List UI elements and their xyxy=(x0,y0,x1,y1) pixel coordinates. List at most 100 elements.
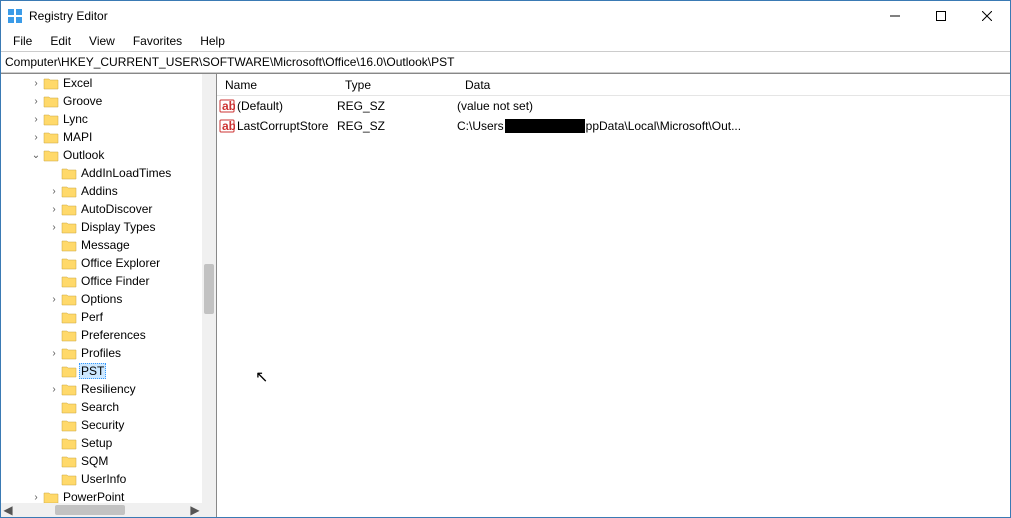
chevron-right-icon[interactable]: › xyxy=(47,186,61,197)
menu-favorites[interactable]: Favorites xyxy=(125,32,190,50)
tree-item[interactable]: › Lync xyxy=(1,110,202,128)
tree-item-label: UserInfo xyxy=(79,472,128,486)
chevron-right-icon[interactable]: › xyxy=(47,294,61,305)
value-type: REG_SZ xyxy=(337,119,457,133)
tree-item[interactable]: AddInLoadTimes xyxy=(1,164,202,182)
folder-icon xyxy=(43,112,59,126)
chevron-right-icon[interactable]: › xyxy=(29,114,43,125)
value-type: REG_SZ xyxy=(337,99,457,113)
menu-edit[interactable]: Edit xyxy=(42,32,79,50)
tree-item[interactable]: Security xyxy=(1,416,202,434)
folder-icon xyxy=(61,256,77,270)
value-name: LastCorruptStore xyxy=(237,119,337,133)
tree-item-label: Outlook xyxy=(61,148,106,162)
tree-item-label: Setup xyxy=(79,436,114,450)
menu-help[interactable]: Help xyxy=(192,32,233,50)
tree-item-label: PowerPoint xyxy=(61,490,126,503)
folder-icon xyxy=(43,94,59,108)
tree-item[interactable]: ⌄ Outlook xyxy=(1,146,202,164)
chevron-right-icon[interactable]: › xyxy=(29,78,43,89)
tree-item[interactable]: ›Groove xyxy=(1,92,202,110)
folder-icon xyxy=(61,310,77,324)
folder-icon xyxy=(43,130,59,144)
chevron-right-icon[interactable]: › xyxy=(29,492,43,503)
tree-item-label: Perf xyxy=(79,310,105,324)
tree-item[interactable]: SQM xyxy=(1,452,202,470)
tree-item-label: MAPI xyxy=(61,130,94,144)
tree-hscrollbar[interactable]: ◀▶ xyxy=(1,503,202,517)
tree-item-label: Message xyxy=(79,238,132,252)
folder-icon xyxy=(61,184,77,198)
tree-item[interactable]: › Addins xyxy=(1,182,202,200)
col-type[interactable]: Type xyxy=(337,78,457,92)
tree-item[interactable]: Office Finder xyxy=(1,272,202,290)
chevron-right-icon[interactable]: › xyxy=(47,384,61,395)
title-bar: Registry Editor xyxy=(1,1,1010,31)
tree-item[interactable]: Setup xyxy=(1,434,202,452)
tree-item-label: Display Types xyxy=(79,220,157,234)
tree-item[interactable]: Search xyxy=(1,398,202,416)
chevron-down-icon[interactable]: ⌄ xyxy=(29,150,43,161)
chevron-right-icon[interactable]: › xyxy=(47,222,61,233)
folder-icon xyxy=(61,292,77,306)
folder-icon xyxy=(61,238,77,252)
tree-item[interactable]: › MAPI xyxy=(1,128,202,146)
maximize-button[interactable] xyxy=(918,1,964,31)
folder-icon xyxy=(61,202,77,216)
column-headers[interactable]: Name Type Data xyxy=(217,74,1010,96)
minimize-button[interactable] xyxy=(872,1,918,31)
address-input[interactable] xyxy=(5,55,1006,69)
tree-item[interactable]: ›Excel xyxy=(1,74,202,92)
tree-item[interactable]: ›Profiles xyxy=(1,344,202,362)
string-value-icon: ab xyxy=(217,118,237,134)
col-data[interactable]: Data xyxy=(457,78,1010,92)
menu-file[interactable]: File xyxy=(5,32,40,50)
folder-icon xyxy=(61,400,77,414)
folder-icon xyxy=(61,364,77,378)
address-bar xyxy=(1,51,1010,73)
tree-item[interactable]: Perf xyxy=(1,308,202,326)
registry-tree[interactable]: ›Excel›Groove›Lync›MAPI⌄OutlookAddInLoad… xyxy=(1,74,202,503)
menu-bar: File Edit View Favorites Help xyxy=(1,31,1010,51)
tree-item[interactable]: › Options xyxy=(1,290,202,308)
chevron-right-icon[interactable]: › xyxy=(29,96,43,107)
tree-item-label: SQM xyxy=(79,454,110,468)
folder-icon xyxy=(61,454,77,468)
tree-item-label: Resiliency xyxy=(79,382,138,396)
tree-item[interactable]: Office Explorer xyxy=(1,254,202,272)
tree-item-label: Options xyxy=(79,292,124,306)
tree-item[interactable]: Preferences xyxy=(1,326,202,344)
tree-item[interactable]: › Resiliency xyxy=(1,380,202,398)
chevron-right-icon[interactable]: › xyxy=(47,348,61,359)
folder-icon xyxy=(61,418,77,432)
folder-icon xyxy=(61,274,77,288)
tree-item-label: PST xyxy=(79,363,106,379)
close-button[interactable] xyxy=(964,1,1010,31)
tree-item-label: Search xyxy=(79,400,121,414)
tree-item-label: Addins xyxy=(79,184,120,198)
folder-icon xyxy=(61,472,77,486)
menu-view[interactable]: View xyxy=(81,32,123,50)
tree-item-label: Lync xyxy=(61,112,90,126)
tree-item[interactable]: ›AutoDiscover xyxy=(1,200,202,218)
value-data: (value not set) xyxy=(457,99,1010,113)
tree-item[interactable]: › Display Types xyxy=(1,218,202,236)
chevron-right-icon[interactable]: › xyxy=(29,132,43,143)
value-rows: ab(Default)REG_SZ(value not set)abLastCo… xyxy=(217,96,1010,517)
folder-icon xyxy=(61,220,77,234)
col-name[interactable]: Name xyxy=(217,78,337,92)
redacted-block xyxy=(505,119,585,133)
chevron-right-icon[interactable]: › xyxy=(47,204,61,215)
tree-item[interactable]: Message xyxy=(1,236,202,254)
value-row[interactable]: abLastCorruptStoreREG_SZC:\UsersppData\L… xyxy=(217,116,1010,136)
tree-vscrollbar[interactable] xyxy=(202,74,216,503)
svg-text:ab: ab xyxy=(222,99,235,113)
tree-item[interactable]: UserInfo xyxy=(1,470,202,488)
tree-item-label: Office Explorer xyxy=(79,256,162,270)
folder-icon xyxy=(61,166,77,180)
tree-item[interactable]: PST xyxy=(1,362,202,380)
tree-item[interactable]: › PowerPoint xyxy=(1,488,202,503)
value-row[interactable]: ab(Default)REG_SZ(value not set) xyxy=(217,96,1010,116)
tree-item-label: Preferences xyxy=(79,328,148,342)
app-icon xyxy=(7,8,23,24)
